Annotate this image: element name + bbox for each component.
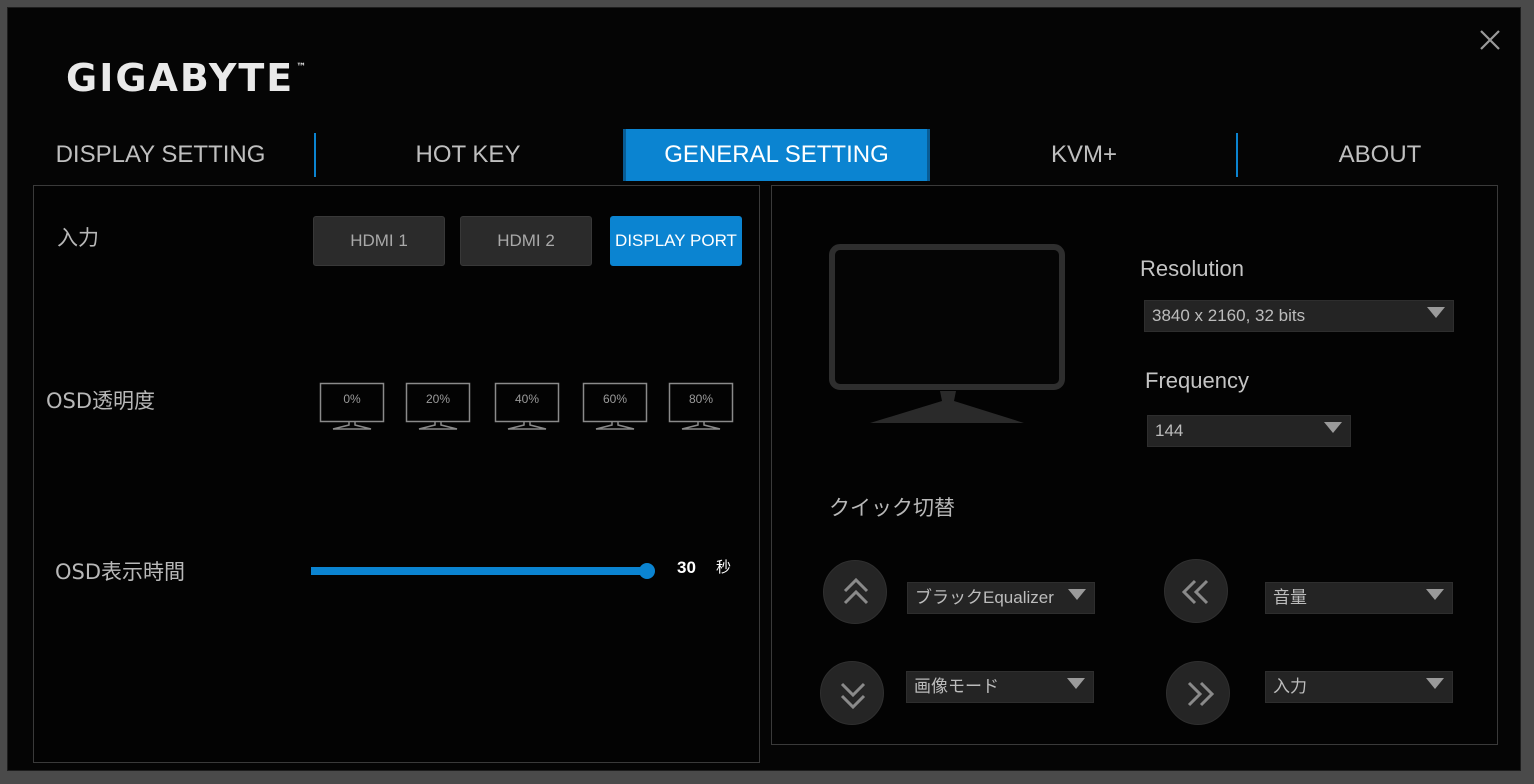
tab-display-setting[interactable]: DISPLAY SETTING xyxy=(28,129,293,181)
osd-transparency-80-label: 80% xyxy=(688,392,714,406)
chevron-down-icon xyxy=(1427,307,1445,318)
chevron-down-icon xyxy=(1324,422,1342,433)
quick-switch-left-select[interactable]: 音量 xyxy=(1265,582,1453,614)
osd-transparency-40-label: 40% xyxy=(514,392,540,406)
double-chevron-right-icon xyxy=(1187,681,1215,707)
tab-divider xyxy=(1236,133,1238,177)
quick-switch-right-value: 入力 xyxy=(1273,677,1307,696)
osd-transparency-label: OSD透明度 xyxy=(46,389,156,413)
display-info-panel: Resolution 3840 x 2160, 32 bits Frequenc… xyxy=(771,185,1498,745)
chevron-down-icon xyxy=(1426,678,1444,689)
quick-switch-right-button[interactable] xyxy=(1166,661,1230,725)
monitor-icon xyxy=(494,382,560,430)
quick-switch-left-value: 音量 xyxy=(1273,588,1307,607)
tab-general-setting[interactable]: GENERAL SETTING xyxy=(623,129,930,181)
tab-about[interactable]: ABOUT xyxy=(1240,129,1520,181)
quick-switch-right-select[interactable]: 入力 xyxy=(1265,671,1453,703)
frequency-value: 144 xyxy=(1155,421,1184,440)
chevron-down-icon xyxy=(1068,589,1086,600)
osd-time-unit: 秒 xyxy=(716,558,732,576)
app-window: GIGABYTE ™ DISPLAY SETTING HOT KEY GENERA… xyxy=(7,7,1521,771)
monitor-icon xyxy=(405,382,471,430)
resolution-value: 3840 x 2160, 32 bits xyxy=(1152,306,1306,325)
osd-transparency-20-label: 20% xyxy=(425,392,451,406)
osd-transparency-20-option[interactable]: 20% xyxy=(405,382,471,432)
tab-divider xyxy=(314,133,316,177)
osd-time-label: OSD表示時間 xyxy=(55,560,186,584)
input-hdmi2-button[interactable]: HDMI 2 xyxy=(460,216,592,266)
quick-switch-down-button[interactable] xyxy=(820,661,884,725)
resolution-select[interactable]: 3840 x 2160, 32 bits xyxy=(1144,300,1454,332)
quick-switch-up-value: ブラックEqualizer xyxy=(915,588,1054,607)
monitor-icon xyxy=(828,241,1072,431)
tab-hot-key[interactable]: HOT KEY xyxy=(318,129,618,181)
quick-switch-down-value: 画像モード xyxy=(914,677,999,696)
frequency-select[interactable]: 144 xyxy=(1147,415,1351,447)
osd-transparency-40-option[interactable]: 40% xyxy=(494,382,560,432)
double-chevron-down-icon xyxy=(840,682,866,710)
double-chevron-up-icon xyxy=(843,577,869,605)
general-settings-panel: 入力 HDMI 1 HDMI 2 DISPLAY PORT OSD透明度 0% … xyxy=(33,185,760,763)
osd-time-value: 30 xyxy=(677,558,696,577)
osd-transparency-0-option[interactable]: 0% xyxy=(319,382,385,432)
input-displayport-button[interactable]: DISPLAY PORT xyxy=(610,216,742,266)
quick-switch-down-select[interactable]: 画像モード xyxy=(906,671,1094,703)
quick-switch-up-select[interactable]: ブラックEqualizer xyxy=(907,582,1095,614)
frequency-label: Frequency xyxy=(1145,368,1249,393)
osd-time-slider-track[interactable] xyxy=(311,567,647,575)
input-label: 入力 xyxy=(57,226,99,250)
close-icon[interactable] xyxy=(1476,26,1504,54)
quick-switch-up-button[interactable] xyxy=(823,560,887,624)
osd-time-slider-thumb[interactable] xyxy=(639,563,655,579)
monitor-icon xyxy=(319,382,385,430)
monitor-icon xyxy=(668,382,734,430)
double-chevron-left-icon xyxy=(1181,579,1209,605)
chevron-down-icon xyxy=(1067,678,1085,689)
osd-transparency-60-label: 60% xyxy=(602,392,628,406)
tab-bar: DISPLAY SETTING HOT KEY GENERAL SETTING … xyxy=(8,129,1522,181)
tab-kvm[interactable]: KVM+ xyxy=(933,129,1235,181)
monitor-icon xyxy=(582,382,648,430)
input-hdmi1-button[interactable]: HDMI 1 xyxy=(313,216,445,266)
osd-transparency-80-option[interactable]: 80% xyxy=(668,382,734,432)
quick-switch-left-button[interactable] xyxy=(1164,559,1228,623)
gigabyte-logo: GIGABYTE ™ xyxy=(66,56,307,100)
osd-transparency-60-option[interactable]: 60% xyxy=(582,382,648,432)
quick-switch-label: クイック切替 xyxy=(829,496,955,520)
osd-transparency-0-label: 0% xyxy=(343,392,361,406)
chevron-down-icon xyxy=(1426,589,1444,600)
resolution-label: Resolution xyxy=(1140,256,1244,281)
